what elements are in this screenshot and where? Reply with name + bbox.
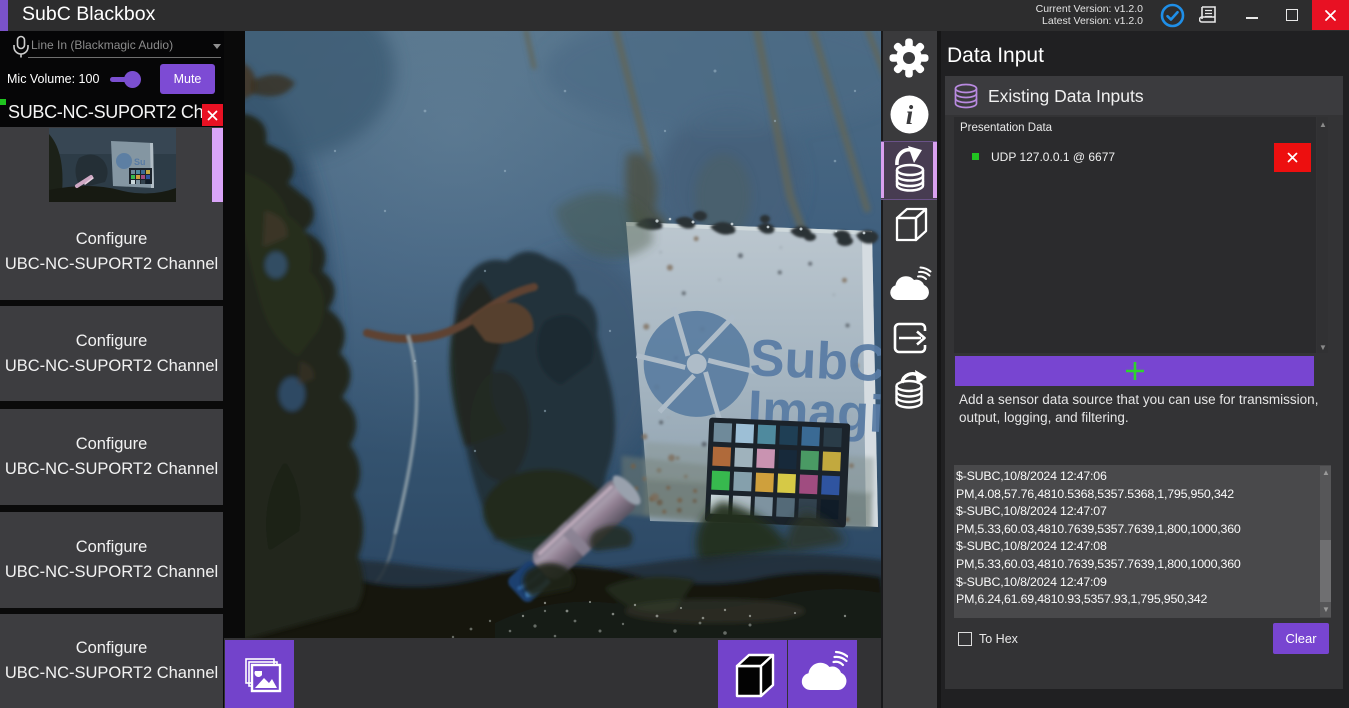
svg-text:Su: Su: [134, 157, 146, 167]
svg-text:i: i: [906, 100, 914, 130]
